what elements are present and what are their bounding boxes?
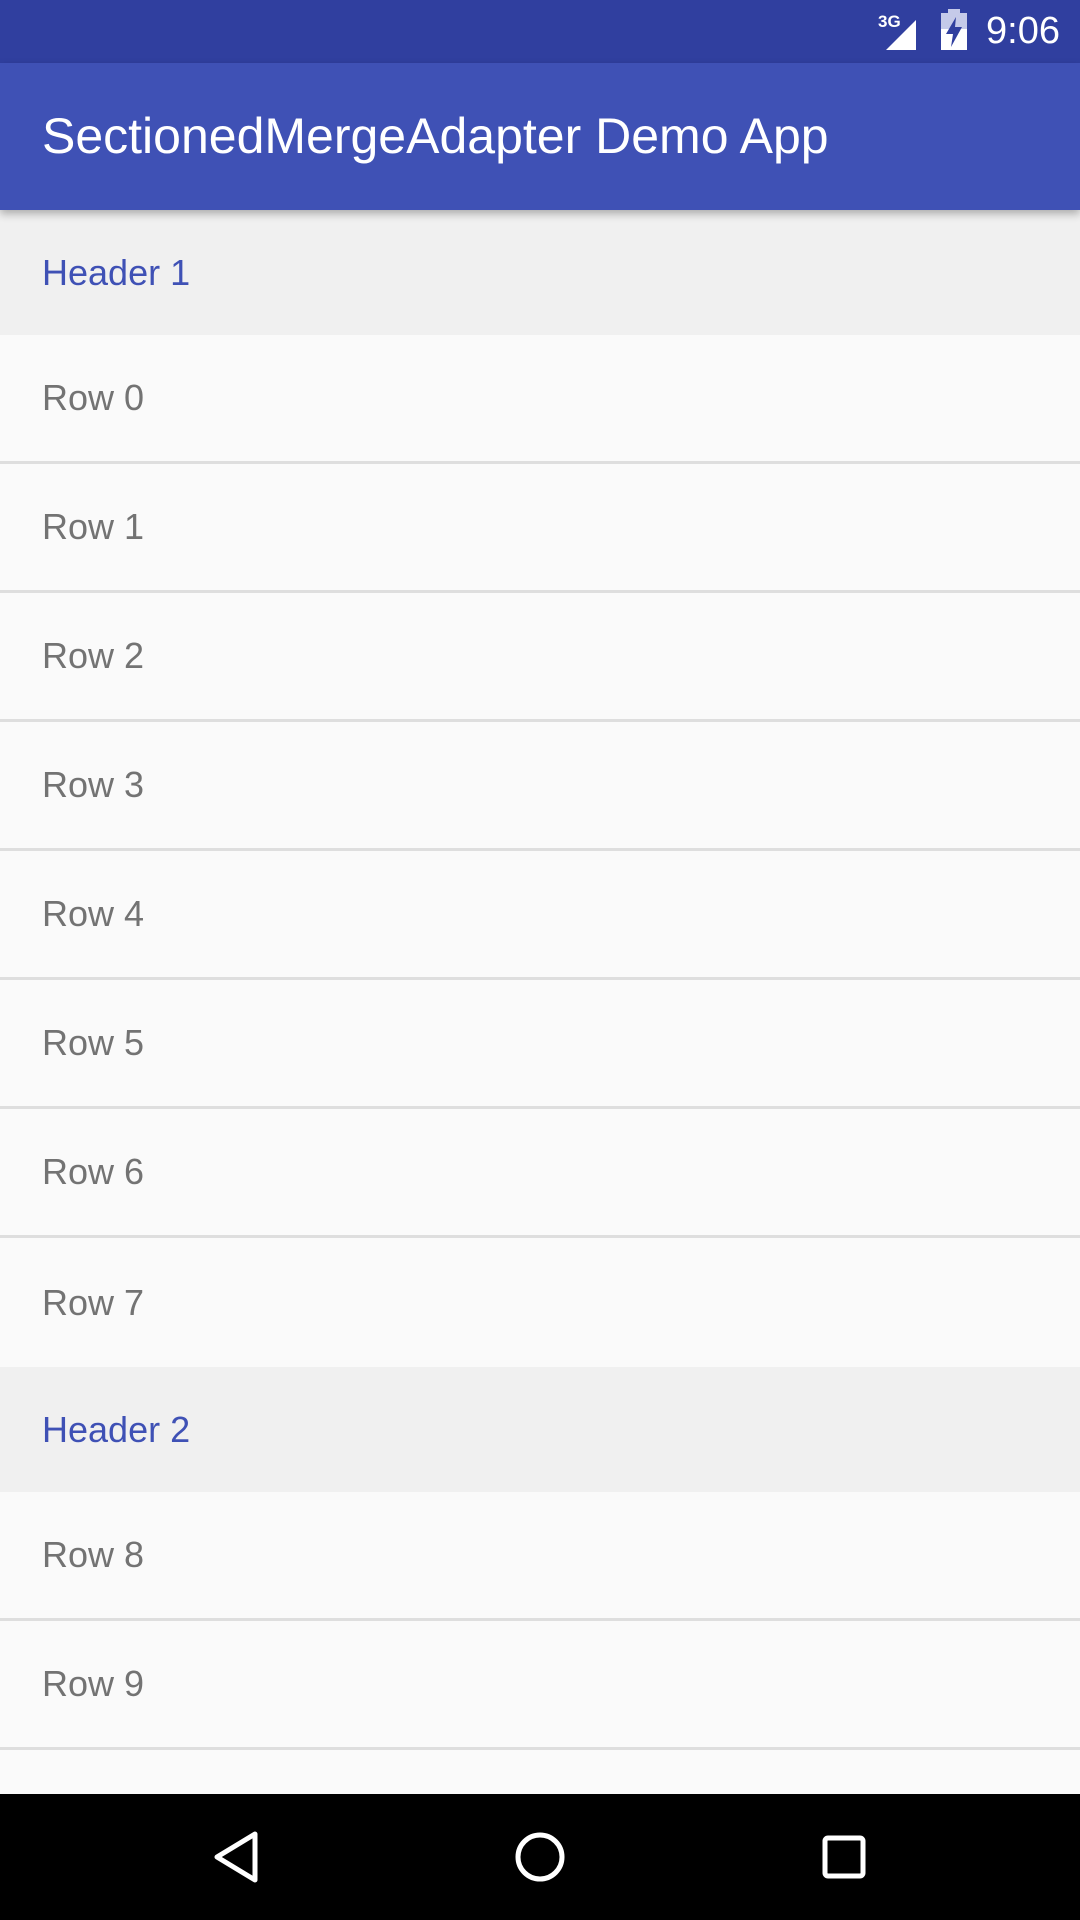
status-icons: 3G 9:06 xyxy=(878,0,1060,63)
list-item-label: Row 2 xyxy=(42,635,145,676)
list-item[interactable]: Row 6 xyxy=(0,1109,1080,1238)
back-icon[interactable] xyxy=(206,1827,266,1887)
list-item[interactable]: Row 4 xyxy=(0,851,1080,980)
list-item[interactable]: Row 1 xyxy=(0,464,1080,593)
status-bar: 3G 9:06 xyxy=(0,0,1080,63)
status-clock: 9:06 xyxy=(986,10,1060,52)
list-item[interactable]: Row 3 xyxy=(0,722,1080,851)
app-bar: SectionedMergeAdapter Demo App xyxy=(0,63,1080,210)
sectioned-list[interactable]: Header 1 Row 0 Row 1 Row 2 Row 3 Row 4 R… xyxy=(0,210,1080,1794)
list-item[interactable]: Row 2 xyxy=(0,593,1080,722)
battery-charging-icon xyxy=(940,8,968,55)
list-item-label: Row 4 xyxy=(42,893,145,934)
list-item-label: Row 9 xyxy=(42,1663,145,1704)
list-item-label: Row 3 xyxy=(42,764,145,805)
list-item-label: Row 7 xyxy=(42,1281,145,1323)
section-header-label: Header 1 xyxy=(42,251,191,293)
app-title: SectionedMergeAdapter Demo App xyxy=(42,108,829,164)
list-item-label: Row 0 xyxy=(42,377,145,418)
list-item-label: Row 6 xyxy=(42,1151,145,1192)
section-header: Header 2 xyxy=(0,1367,1080,1492)
recents-icon[interactable] xyxy=(814,1827,874,1887)
list-item-label: Row 8 xyxy=(42,1534,145,1575)
navigation-bar xyxy=(0,1794,1080,1920)
list-item[interactable]: Row 0 xyxy=(0,335,1080,464)
home-icon[interactable] xyxy=(510,1827,570,1887)
list-item[interactable]: Row 5 xyxy=(0,980,1080,1109)
signal-icon: 3G xyxy=(878,12,926,52)
list-item[interactable]: Row 7 xyxy=(0,1238,1080,1367)
list-item[interactable]: Row 8 xyxy=(0,1492,1080,1621)
section-header: Header 1 xyxy=(0,210,1080,335)
section-header-label: Header 2 xyxy=(42,1408,191,1450)
list-item-label: Row 1 xyxy=(42,506,145,547)
list-item[interactable]: Row 9 xyxy=(0,1621,1080,1750)
list-item-label: Row 5 xyxy=(42,1022,145,1063)
